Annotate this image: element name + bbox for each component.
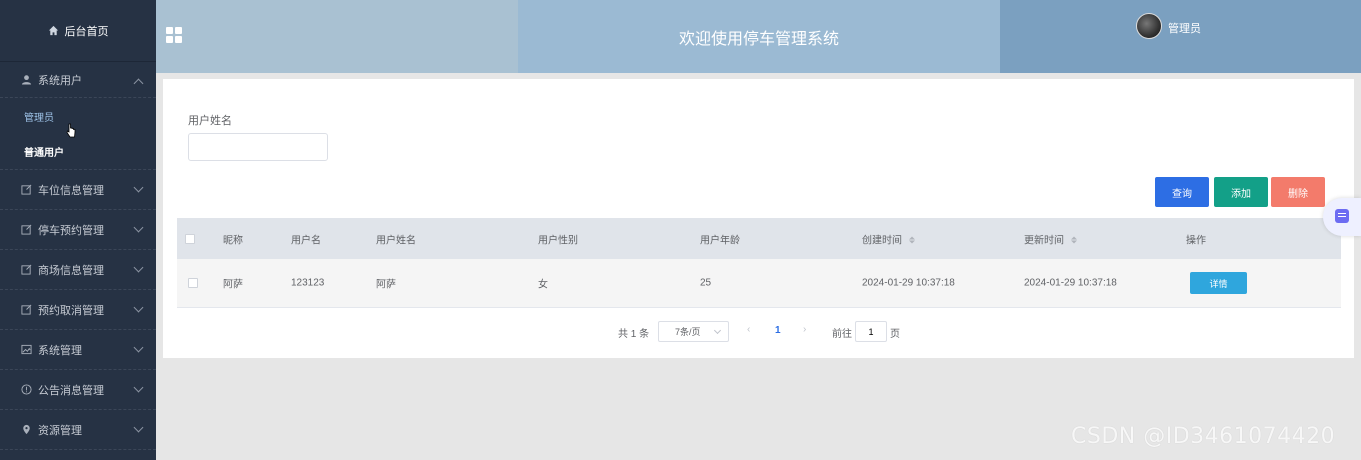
sidebar-item-admin[interactable]: 管理员 xyxy=(0,98,156,134)
content-card: 用户姓名 查询 添加 删除 昵称 用户名 用户姓名 用户性别 用户年龄 创建时间… xyxy=(163,79,1354,358)
sidebar-group-parking-space[interactable]: 车位信息管理 xyxy=(0,170,156,210)
detail-button[interactable]: 详情 xyxy=(1190,272,1247,294)
header-title: 欢迎使用停车管理系统 xyxy=(518,0,1000,73)
column-header-created[interactable]: 创建时间 xyxy=(862,231,915,246)
sidebar-item-home[interactable]: 后台首页 xyxy=(0,0,156,62)
header-left xyxy=(156,0,518,73)
home-icon xyxy=(48,25,58,36)
sidebar-home-label: 后台首页 xyxy=(64,25,109,38)
cell-created: 2024-01-29 10:37:18 xyxy=(862,277,955,289)
sort-icon[interactable] xyxy=(1070,236,1077,244)
floating-assistant-button[interactable] xyxy=(1323,198,1361,236)
chevron-down-icon xyxy=(133,222,144,233)
column-header-label: 更新时间 xyxy=(1024,235,1064,246)
prev-page-icon[interactable]: ‹ xyxy=(747,324,750,335)
sidebar-group-announcements[interactable]: 公告消息管理 xyxy=(0,370,156,410)
sidebar-group-reservation-cancel[interactable]: 预约取消管理 xyxy=(0,290,156,330)
edit-icon xyxy=(20,304,32,316)
goto-label: 前往 xyxy=(832,329,852,340)
page-suffix-label: 页 xyxy=(890,329,900,340)
sidebar-group-system-manage[interactable]: 系统管理 xyxy=(0,330,156,370)
edit-icon xyxy=(20,264,32,276)
chevron-down-icon xyxy=(133,382,144,393)
column-header: 用户年龄 xyxy=(700,235,740,246)
column-header: 用户名 xyxy=(291,235,321,246)
chevron-down-icon xyxy=(133,302,144,313)
pagination-total: 共 1 条 xyxy=(618,329,650,340)
sidebar-item-normal-users[interactable]: 普通用户 xyxy=(0,134,156,170)
cell-nickname: 阿萨 xyxy=(223,279,243,291)
menu-grid-icon[interactable] xyxy=(166,27,182,43)
location-icon xyxy=(20,424,32,436)
goto-page-input[interactable] xyxy=(855,321,887,342)
image-icon xyxy=(20,344,32,356)
sidebar-group-label: 资源管理 xyxy=(38,424,82,437)
add-button[interactable]: 添加 xyxy=(1214,177,1268,207)
sidebar-group-mall-info[interactable]: 商场信息管理 xyxy=(0,250,156,290)
edit-icon xyxy=(20,224,32,236)
page-number-current[interactable]: 1 xyxy=(775,325,781,336)
user-icon xyxy=(20,74,32,86)
search-label: 用户姓名 xyxy=(188,115,232,127)
column-header: 用户姓名 xyxy=(376,235,416,246)
sidebar-item-label: 普通用户 xyxy=(24,148,64,159)
next-page-icon[interactable]: › xyxy=(803,324,806,335)
select-all-checkbox[interactable] xyxy=(185,233,195,244)
username-search-input[interactable] xyxy=(188,133,328,161)
sort-icon[interactable] xyxy=(908,236,915,244)
sidebar-group-label: 系统管理 xyxy=(38,344,82,357)
sidebar-group-label: 预约取消管理 xyxy=(38,304,104,317)
column-header-updated[interactable]: 更新时间 xyxy=(1024,231,1077,246)
cell-updated: 2024-01-29 10:37:18 xyxy=(1024,277,1117,289)
hand-cursor-icon xyxy=(66,123,76,138)
edit-icon xyxy=(20,184,32,196)
header-right: 管理员 xyxy=(1000,0,1361,73)
watermark-text: CSDN @ID3461074420 xyxy=(1071,424,1336,449)
header-user-name[interactable]: 管理员 xyxy=(1168,20,1201,36)
cell-gender: 女 xyxy=(538,279,548,291)
info-icon xyxy=(20,384,32,396)
table-header: 昵称 用户名 用户姓名 用户性别 用户年龄 创建时间 更新时间 操作 xyxy=(177,218,1341,259)
sidebar: 后台首页 系统用户 管理员 普通用户 车位信息管理 停车预约管理 商场信息管理 xyxy=(0,0,156,460)
sidebar-group-parking-reservation[interactable]: 停车预约管理 xyxy=(0,210,156,250)
sidebar-group-label: 车位信息管理 xyxy=(38,184,104,197)
column-header-label: 创建时间 xyxy=(862,235,902,246)
chevron-down-icon xyxy=(133,182,144,193)
users-table: 昵称 用户名 用户姓名 用户性别 用户年龄 创建时间 更新时间 操作 阿萨 12… xyxy=(177,218,1341,308)
column-header: 操作 xyxy=(1186,235,1206,246)
sidebar-group-label: 公告消息管理 xyxy=(38,384,104,397)
sidebar-group-label: 系统用户 xyxy=(38,74,82,87)
chevron-down-icon xyxy=(133,262,144,273)
chevron-down-icon xyxy=(133,342,144,353)
sidebar-group-system-users[interactable]: 系统用户 xyxy=(0,62,156,98)
sidebar-item-label: 管理员 xyxy=(24,112,54,124)
chevron-up-icon xyxy=(133,78,144,89)
cell-age: 25 xyxy=(700,277,712,289)
column-header: 昵称 xyxy=(223,235,243,246)
chevron-down-icon xyxy=(713,326,722,335)
cell-username: 123123 xyxy=(291,277,325,289)
delete-button[interactable]: 删除 xyxy=(1271,177,1325,207)
column-header: 用户性别 xyxy=(538,235,578,246)
page-size-select[interactable]: 7条/页 xyxy=(658,321,729,342)
top-header: 欢迎使用停车管理系统 管理员 xyxy=(156,0,1361,73)
cell-realname: 阿萨 xyxy=(376,279,396,291)
document-icon xyxy=(1335,209,1349,223)
pagination: 共 1 条 7条/页 ‹ 1 › 前往 页 xyxy=(163,320,1354,342)
row-checkbox[interactable] xyxy=(188,278,198,288)
chevron-down-icon xyxy=(133,422,144,433)
page-size-value: 7条/页 xyxy=(675,327,701,337)
sidebar-group-label: 停车预约管理 xyxy=(38,224,104,237)
avatar[interactable] xyxy=(1136,13,1162,39)
query-button[interactable]: 查询 xyxy=(1155,177,1209,207)
table-row: 阿萨 123123 阿萨 女 25 2024-01-29 10:37:18 20… xyxy=(177,259,1341,308)
sidebar-group-resources[interactable]: 资源管理 xyxy=(0,410,156,450)
sidebar-group-label: 商场信息管理 xyxy=(38,264,104,277)
